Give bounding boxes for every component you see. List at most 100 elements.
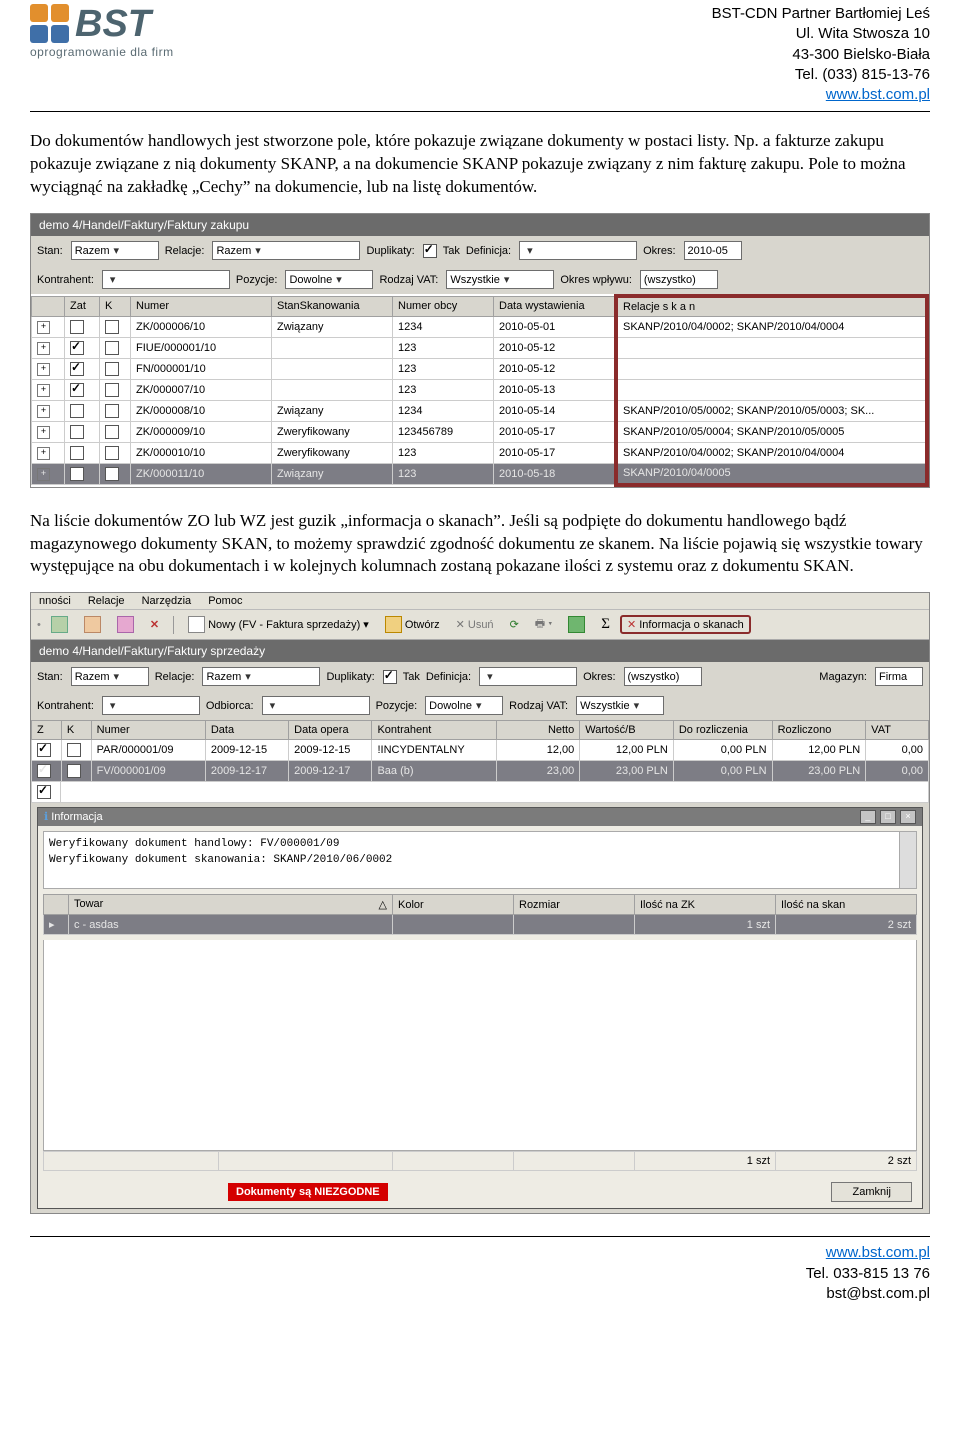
row-check[interactable] [37,785,51,799]
tcol-ilosc-zk[interactable]: Ilość na ZK [635,895,776,915]
k-checkbox[interactable] [105,425,119,439]
col-numer[interactable]: Numer [131,296,272,317]
informacja-o-skanach-button[interactable]: ✕ Informacja o skanach [620,615,751,634]
menu-item[interactable]: Narzędzia [142,595,192,607]
open-button[interactable]: Otwórz [379,614,446,635]
table-row[interactable]: +ZK/000010/10Zweryfikowany1232010-05-17S… [32,443,928,464]
sigma-icon[interactable]: Σ [595,614,616,635]
footer-link[interactable]: www.bst.com.pl [826,1244,930,1261]
delete-x-icon[interactable]: ✕ [144,616,165,633]
col-numer-obcy[interactable]: Numer obcy [393,296,494,317]
col-expand[interactable] [32,296,65,317]
col-zat[interactable]: Zat [65,296,100,317]
f2-stan[interactable]: Razem [71,667,149,686]
company-link[interactable]: www.bst.com.pl [826,86,930,103]
maximize-icon[interactable]: □ [880,810,896,824]
tcol-kolor[interactable]: Kolor [393,895,514,915]
c2-rozliczono[interactable]: Rozliczono [772,721,866,740]
zat-checkbox[interactable] [70,362,84,376]
refresh-icon[interactable]: ⟳ [504,616,525,633]
grid-extra-checkrow[interactable] [31,781,929,803]
delete-button[interactable]: ✕ Usuń [450,616,500,633]
filter-pozycje[interactable]: Dowolne [285,270,373,289]
zat-checkbox[interactable] [70,446,84,460]
c2-data[interactable]: Data [205,721,288,740]
filter-duplikaty-checkbox[interactable] [423,244,437,258]
table-row[interactable]: +FN/000001/101232010-05-12 [32,359,928,380]
f2-vat[interactable]: Wszystkie [576,696,664,715]
filter-definicja[interactable] [519,241,637,260]
f2-mag[interactable]: Firma [875,667,923,686]
col-data-wystawienia[interactable]: Data wystawienia [494,296,617,317]
tcol-towar[interactable]: Towar △ [69,895,393,915]
c2-vat[interactable]: VAT [866,721,929,740]
zat-checkbox[interactable] [70,383,84,397]
menu-item[interactable]: Relacje [88,595,125,607]
filter-okres[interactable]: 2010-05 [684,241,742,260]
c2-data-opera[interactable]: Data opera [289,721,372,740]
close-button[interactable]: Zamknij [831,1182,912,1202]
k-checkbox[interactable] [67,743,81,757]
close-icon[interactable]: × [900,810,916,824]
tcol-rozmiar[interactable]: Rozmiar [514,895,635,915]
k-checkbox[interactable] [105,362,119,376]
table-row[interactable]: +ZK/000007/101232010-05-13 [32,380,928,401]
f2-rel[interactable]: Razem [202,667,320,686]
c2-z[interactable]: Z [32,721,62,740]
toolbar-icon-3[interactable] [111,614,140,635]
f2-def[interactable] [479,667,577,686]
table-row[interactable]: +ZK/000008/10Związany12342010-05-14SKANP… [32,401,928,422]
k-checkbox[interactable] [105,467,119,481]
grid-faktury-zakupu[interactable]: Zat K Numer StanSkanowania Numer obcy Da… [31,294,929,487]
zat-checkbox[interactable] [70,341,84,355]
scrollbar[interactable] [899,832,916,888]
menu-item[interactable]: nności [39,595,71,607]
k-checkbox[interactable] [105,320,119,334]
c2-do-rozliczenia[interactable]: Do rozliczenia [673,721,772,740]
k-checkbox[interactable] [105,446,119,460]
toolbar-icon-1[interactable] [45,614,74,635]
new-button[interactable]: Nowy (FV - Faktura sprzedaży) ▾ [182,614,375,635]
zat-checkbox[interactable] [70,404,84,418]
z-checkbox[interactable] [37,743,51,757]
filter-kontrahent[interactable] [102,270,230,289]
f2-kontr[interactable] [102,696,200,715]
menu-bar[interactable]: nności Relacje Narzędzia Pomoc [31,593,929,610]
table-row[interactable]: +FIUE/000001/101232010-05-12 [32,338,928,359]
c2-wartosc[interactable]: Wartość/B [580,721,674,740]
c2-kontrahent[interactable]: Kontrahent [372,721,496,740]
c2-k[interactable]: K [61,721,91,740]
col-stan-skanowania[interactable]: StanSkanowania [272,296,393,317]
folder-icon[interactable] [562,614,591,635]
grid-faktury-sprzedazy[interactable]: Z K Numer Data Data opera Kontrahent Net… [31,720,929,782]
print-icon[interactable]: 🖶 ▾ [529,613,559,636]
c2-numer[interactable]: Numer [91,721,205,740]
z-checkbox[interactable] [37,764,51,778]
col-k[interactable]: K [100,296,131,317]
f2-odb[interactable] [262,696,370,715]
filter-relacje[interactable]: Razem [212,241,360,260]
f2-poz[interactable]: Dowolne [425,696,503,715]
zat-checkbox[interactable] [70,467,84,481]
table-row[interactable]: +ZK/000011/10Związany1232010-05-18SKANP/… [32,464,928,485]
k-checkbox[interactable] [105,383,119,397]
table-row[interactable]: +ZK/000006/10Związany12342010-05-01SKANP… [32,317,928,338]
filter-stan[interactable]: Razem [71,241,159,260]
menu-item[interactable]: Pomoc [208,595,242,607]
table-row[interactable]: FV/000001/092009-12-172009-12-17Baa (b)2… [32,761,929,782]
grid-towary[interactable]: Towar △ Kolor Rozmiar Ilość na ZK Ilość … [43,894,917,935]
table-row[interactable]: +ZK/000009/10Zweryfikowany1234567892010-… [32,422,928,443]
k-checkbox[interactable] [67,764,81,778]
filter-okres-wplywu[interactable]: (wszystko) [640,270,718,289]
k-checkbox[interactable] [105,404,119,418]
f2-dup-check[interactable] [383,670,397,684]
minimize-icon[interactable]: _ [860,810,876,824]
toolbar-icon-2[interactable] [78,614,107,635]
k-checkbox[interactable] [105,341,119,355]
filter-vat[interactable]: Wszystkie [446,270,554,289]
table-row[interactable]: PAR/000001/092009-12-152009-12-15!INCYDE… [32,740,929,761]
f2-okres[interactable]: (wszystko) [624,667,702,686]
tcol-ilosc-skan[interactable]: Ilość na skan [776,895,917,915]
col-relacje-skan[interactable]: Relacje s k a n [616,296,927,317]
zat-checkbox[interactable] [70,425,84,439]
